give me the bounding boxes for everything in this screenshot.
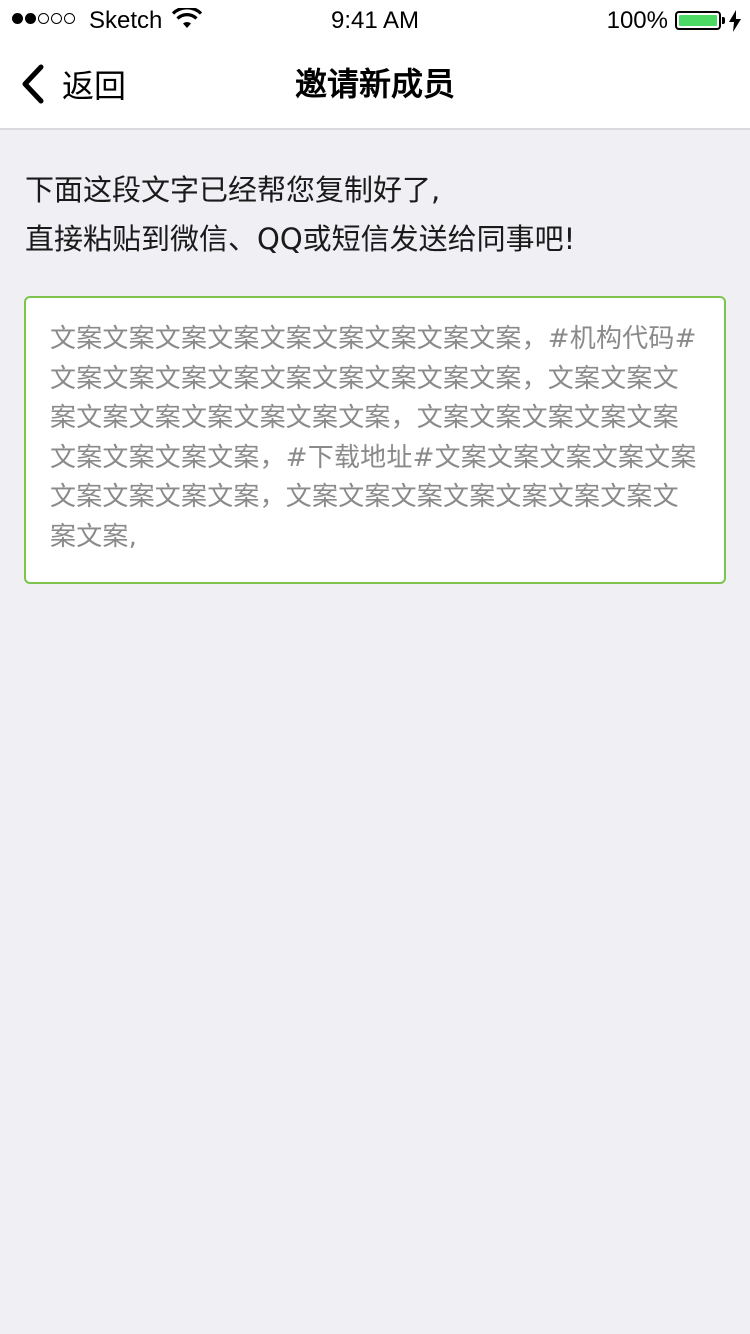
navigation-bar: 返回 邀请新成员 <box>0 40 750 130</box>
page-title: 邀请新成员 <box>294 65 455 103</box>
copied-message-text: 文案文案文案文案文案文案文案文案文案，#机构代码#文案文案文案文案文案文案文案文… <box>50 324 697 552</box>
status-bar: Sketch 9:41 AM 100% <box>0 0 750 40</box>
battery-percentage: 100% <box>606 7 668 34</box>
instruction-text: 下面这段文字已经帮您复制好了, 直接粘贴到微信、QQ或短信发送给同事吧! <box>25 166 725 264</box>
instruction-line-2: 直接粘贴到微信、QQ或短信发送给同事吧! <box>25 222 576 256</box>
copied-message-box[interactable]: 文案文案文案文案文案文案文案文案文案，#机构代码#文案文案文案文案文案文案文案文… <box>24 296 726 584</box>
battery-icon <box>675 11 721 30</box>
charging-bolt-icon <box>729 10 741 32</box>
instruction-line-1: 下面这段文字已经帮您复制好了, <box>25 173 441 207</box>
battery-cap <box>722 17 725 24</box>
battery-level <box>679 15 717 26</box>
